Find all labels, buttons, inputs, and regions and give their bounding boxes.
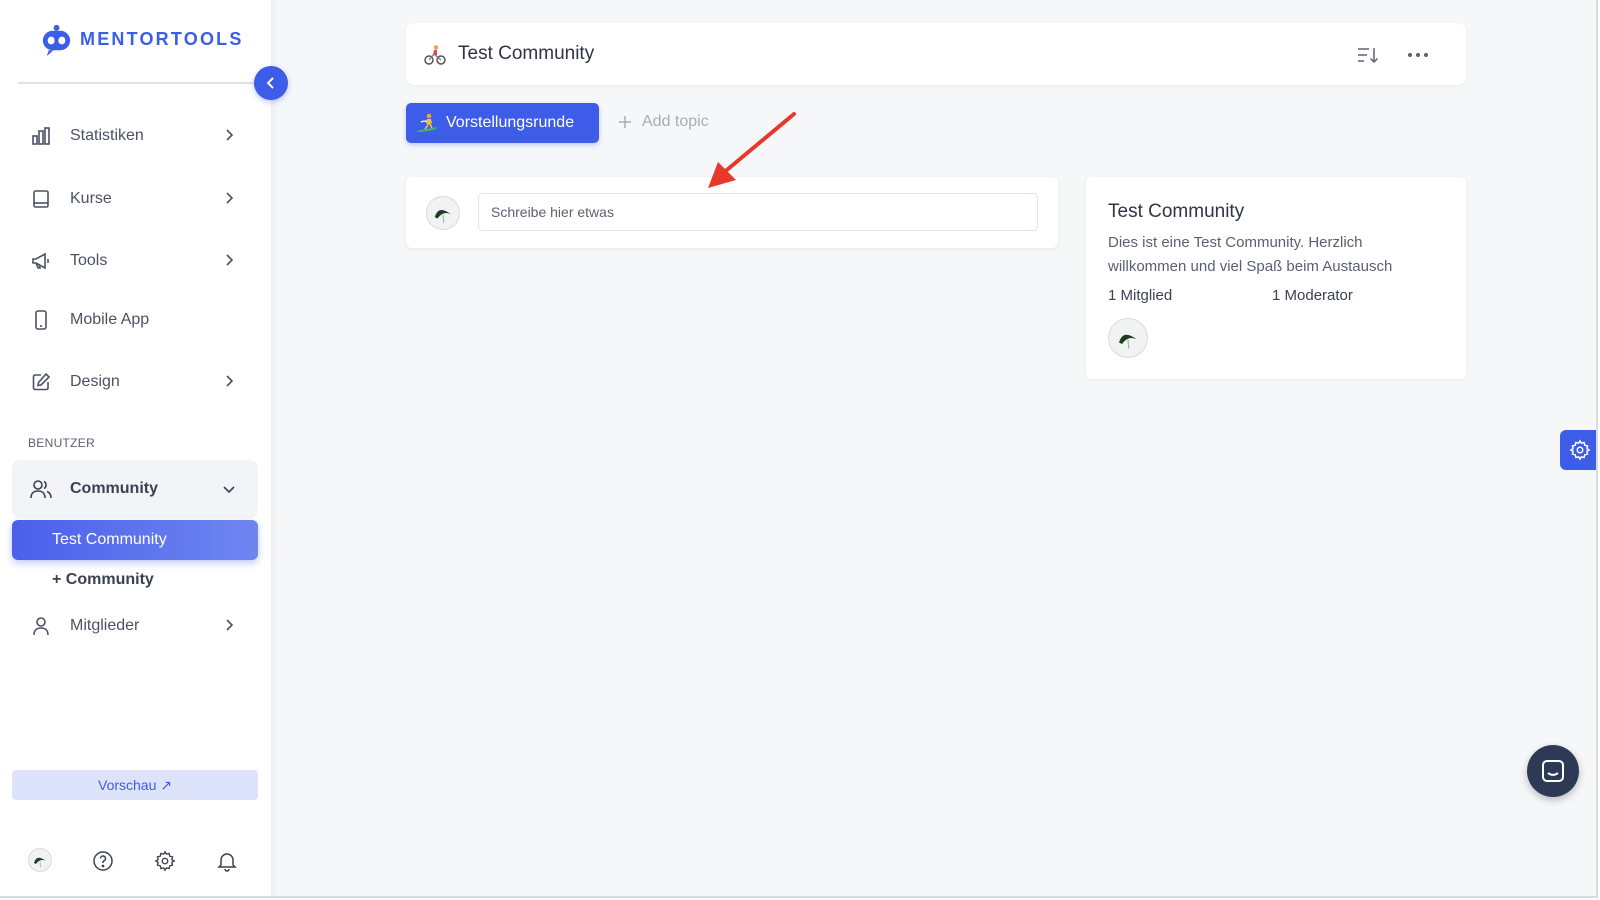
avatar[interactable] bbox=[28, 848, 52, 872]
chevron-right-icon bbox=[226, 375, 234, 387]
page-title: Test Community bbox=[458, 43, 595, 64]
plus-icon bbox=[619, 116, 631, 128]
bar-chart-icon bbox=[30, 125, 52, 147]
community-header: Test Community bbox=[406, 23, 1466, 85]
chat-launcher-button[interactable] bbox=[1527, 745, 1579, 797]
sidebar-footer bbox=[28, 848, 248, 876]
sidebar-item-statistiken[interactable]: Statistiken bbox=[12, 110, 258, 162]
header-actions bbox=[1356, 43, 1430, 67]
chat-icon bbox=[1542, 760, 1564, 782]
sidebar-item-label: Mitglieder bbox=[70, 617, 140, 634]
topic-tab-vorstellungsrunde[interactable]: Vorstellungsrunde bbox=[406, 103, 599, 143]
phone-icon bbox=[30, 309, 52, 331]
megaphone-icon bbox=[30, 250, 52, 272]
chevron-right-icon bbox=[226, 619, 234, 631]
user-icon bbox=[30, 615, 52, 637]
sidebar-item-kurse[interactable]: Kurse bbox=[12, 173, 258, 225]
add-community-link[interactable]: + Community bbox=[52, 571, 154, 589]
help-icon[interactable] bbox=[90, 848, 116, 874]
sidebar-item-mitglieder[interactable]: Mitglieder bbox=[12, 600, 258, 652]
community-name: Test Community bbox=[1108, 201, 1245, 222]
sidebar-item-mobile-app[interactable]: Mobile App bbox=[12, 294, 258, 346]
compose-post-input[interactable] bbox=[478, 193, 1038, 231]
cyclist-emoji-icon bbox=[424, 45, 446, 65]
sidebar-subitem-test-community[interactable]: Test Community bbox=[12, 520, 258, 560]
preview-label: Vorschau ↗ bbox=[98, 776, 172, 793]
moderator-count: 1 Moderator bbox=[1272, 287, 1353, 304]
robot-logo-icon bbox=[42, 24, 71, 57]
settings-float-button[interactable] bbox=[1560, 430, 1596, 470]
app-window: MENTORTOOLS Statistiken Kurse Tools Mobi… bbox=[0, 0, 1598, 898]
topic-label: Vorstellungsrunde bbox=[446, 114, 575, 131]
sidebar-item-tools[interactable]: Tools bbox=[12, 235, 258, 287]
users-icon bbox=[30, 478, 52, 500]
sidebar-item-design[interactable]: Design bbox=[12, 356, 258, 408]
member-count: 1 Mitglied bbox=[1108, 287, 1173, 304]
sidebar: MENTORTOOLS Statistiken Kurse Tools Mobi… bbox=[0, 0, 272, 896]
surfer-emoji-icon bbox=[417, 113, 437, 132]
gear-icon[interactable] bbox=[152, 848, 178, 874]
sidebar-item-community[interactable]: Community bbox=[12, 460, 258, 518]
bell-icon[interactable] bbox=[214, 848, 240, 874]
sidebar-item-label: Design bbox=[70, 373, 120, 390]
sidebar-item-label: Kurse bbox=[70, 190, 112, 207]
sidebar-item-label: Tools bbox=[70, 252, 108, 269]
member-avatar[interactable] bbox=[1108, 318, 1148, 358]
edit-icon bbox=[30, 371, 52, 393]
sidebar-item-label: Statistiken bbox=[70, 127, 144, 144]
community-description: Dies ist eine Test Community. Herzlich w… bbox=[1108, 234, 1393, 275]
sort-icon[interactable] bbox=[1356, 43, 1380, 67]
sidebar-item-label: Mobile App bbox=[70, 311, 150, 328]
book-icon bbox=[30, 188, 52, 210]
chevron-right-icon bbox=[226, 254, 234, 266]
chevron-down-icon bbox=[223, 486, 235, 494]
brand-name: MENTORTOOLS bbox=[80, 29, 244, 49]
avatar bbox=[426, 196, 460, 230]
chevron-right-icon bbox=[226, 129, 234, 141]
more-icon[interactable] bbox=[1406, 43, 1430, 67]
sidebar-collapse-button[interactable] bbox=[254, 66, 288, 100]
chevron-right-icon bbox=[226, 192, 234, 204]
brand-logo[interactable]: MENTORTOOLS bbox=[39, 22, 244, 57]
add-topic-label: Add topic bbox=[642, 113, 709, 130]
community-info-card: Test Community Dies ist eine Test Commun… bbox=[1086, 177, 1466, 379]
add-topic-button[interactable]: Add topic bbox=[618, 113, 709, 131]
chevron-left-icon bbox=[266, 77, 274, 89]
section-label: BENUTZER bbox=[28, 436, 96, 450]
gear-icon bbox=[1569, 439, 1591, 461]
sidebar-item-label: Community bbox=[70, 480, 158, 497]
compose-post-card bbox=[406, 177, 1058, 248]
divider bbox=[18, 82, 254, 84]
preview-button[interactable]: Vorschau ↗ bbox=[12, 770, 258, 800]
